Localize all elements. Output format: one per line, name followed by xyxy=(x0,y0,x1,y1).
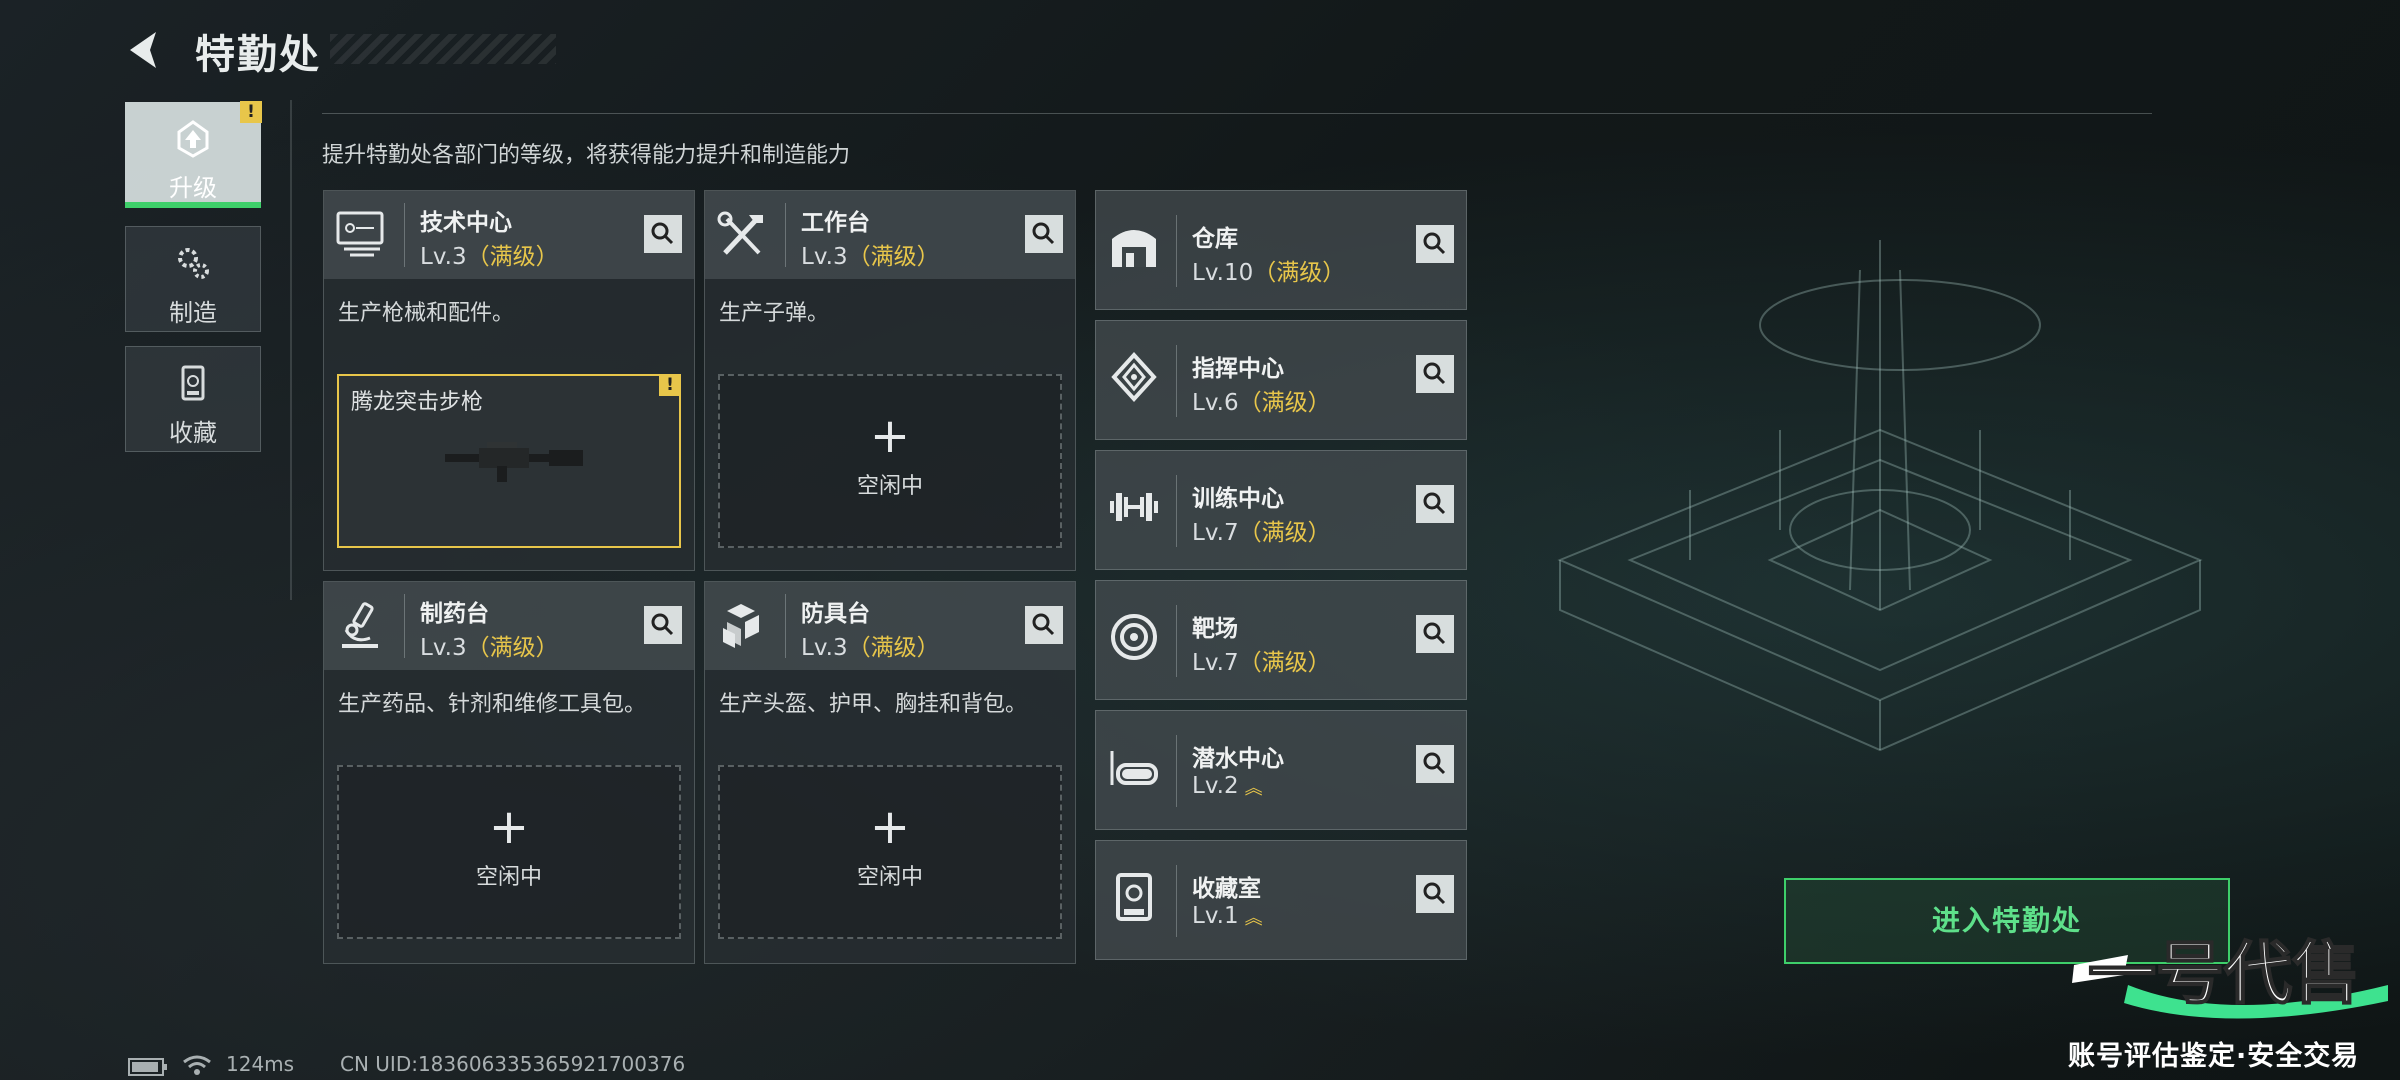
production-slot[interactable]: + 空闲中 xyxy=(718,374,1062,548)
warning-badge: ! xyxy=(659,374,681,396)
warehouse-icon xyxy=(1112,230,1156,267)
production-slot[interactable]: + 空闲中 xyxy=(337,765,681,939)
upgrade-icon xyxy=(177,120,209,158)
search-icon[interactable] xyxy=(1416,745,1454,783)
facility-level: Lv.1 ︽ xyxy=(1192,903,1263,929)
svg-text:一号代售: 一号代售 xyxy=(2088,935,2360,1014)
active-indicator xyxy=(125,202,261,208)
dive-mask-icon xyxy=(1110,751,1158,785)
facility-name: 潜水中心 xyxy=(1192,746,1284,772)
sidebar-item-label: 升级 xyxy=(169,174,217,202)
module-card-pharmacy[interactable]: 制药台 Lv.3（满级） 生产药品、针剂和维修工具包。 + 空闲中 xyxy=(323,581,695,964)
page-title: 特勤处 xyxy=(195,32,321,78)
production-slot[interactable]: + 空闲中 xyxy=(718,765,1062,939)
facility-name: 训练中心 xyxy=(1192,486,1284,512)
module-description: 生产药品、针剂和维修工具包。 xyxy=(338,692,647,717)
facility-level: Lv.7（满级） xyxy=(1192,650,1331,676)
search-icon[interactable] xyxy=(1416,225,1454,263)
facility-name: 指挥中心 xyxy=(1192,356,1284,382)
module-card-tech-center[interactable]: 技术中心 Lv.3（满级） 生产枪械和配件。 腾龙突击步枪 ! xyxy=(323,190,695,571)
module-level: Lv.3（满级） xyxy=(801,244,940,270)
facility-row-warehouse[interactable]: 仓库 Lv.10（满级） xyxy=(1095,190,1467,310)
add-icon: + xyxy=(869,799,911,855)
slot-status: 空闲中 xyxy=(856,865,923,890)
facility-row-command-center[interactable]: 指挥中心 Lv.6（满级） xyxy=(1095,320,1467,440)
chip-icon xyxy=(1111,352,1157,402)
slot-status: 空闲中 xyxy=(475,865,542,890)
add-icon: + xyxy=(869,408,911,464)
armor-icon xyxy=(723,604,759,648)
search-icon[interactable] xyxy=(1416,355,1454,393)
sidebar-item-upgrade[interactable]: 升级 ! xyxy=(125,101,262,208)
facility-row-shooting-range[interactable]: 靶场 Lv.7（满级） xyxy=(1095,580,1467,700)
module-level: Lv.3（满级） xyxy=(801,635,940,661)
module-card-armor-bench[interactable]: 防具台 Lv.3（满级） 生产头盔、护甲、胸挂和背包。 + 空闲中 xyxy=(704,581,1076,964)
module-description: 生产枪械和配件。 xyxy=(338,301,515,326)
module-level: Lv.3（满级） xyxy=(420,635,559,661)
upgrade-available-icon: ︽ xyxy=(1244,907,1263,929)
module-name: 技术中心 xyxy=(420,210,512,236)
facility-row-training-center[interactable]: 训练中心 Lv.7（满级） xyxy=(1095,450,1467,570)
user-uid: CN UID:183606335365921700376 xyxy=(340,1052,686,1076)
search-icon[interactable] xyxy=(1025,606,1063,644)
search-icon[interactable] xyxy=(1416,485,1454,523)
sidebar-item-label: 收藏 xyxy=(169,419,217,447)
module-name: 制药台 xyxy=(420,601,489,627)
search-icon[interactable] xyxy=(1416,615,1454,653)
facility-level: Lv.6（满级） xyxy=(1192,390,1331,416)
weapon-name: 腾龙突击步枪 xyxy=(351,390,484,415)
facility-name: 靶场 xyxy=(1192,616,1238,642)
upgrade-available-icon: ︽ xyxy=(1244,777,1263,799)
sidebar-item-craft[interactable]: 制造 xyxy=(125,226,261,332)
dumbbell-icon xyxy=(1110,493,1158,521)
module-level: Lv.3（满级） xyxy=(420,244,559,270)
sidebar-item-label: 制造 xyxy=(169,299,217,327)
trophy-case-icon xyxy=(1116,873,1152,921)
search-icon[interactable] xyxy=(1025,215,1063,253)
gears-icon xyxy=(178,248,209,279)
search-icon[interactable] xyxy=(644,606,682,644)
wifi-icon xyxy=(183,1055,211,1075)
module-description: 生产头盔、护甲、胸挂和背包。 xyxy=(719,692,1028,717)
collection-icon xyxy=(181,365,205,401)
watermark-text: 账号评估鉴定·安全交易 xyxy=(2068,1041,2360,1072)
battery-icon xyxy=(128,1058,167,1076)
facility-name: 仓库 xyxy=(1192,226,1238,252)
target-icon xyxy=(1111,614,1157,660)
facility-level: Lv.10（满级） xyxy=(1192,260,1346,286)
warning-badge: ! xyxy=(240,101,262,123)
sidebar-item-collection[interactable]: 收藏 xyxy=(125,346,261,452)
facility-row-collection-room[interactable]: 收藏室 Lv.1 ︽ xyxy=(1095,840,1467,960)
title-stripe-decoration xyxy=(330,34,556,64)
facility-row-dive-center[interactable]: 潜水中心 Lv.2 ︽ xyxy=(1095,710,1467,830)
module-name: 防具台 xyxy=(801,601,870,627)
header-divider xyxy=(322,113,2152,114)
rifle-icon xyxy=(445,442,583,482)
microscope-icon xyxy=(342,602,378,648)
facility-name: 收藏室 xyxy=(1192,876,1261,902)
add-icon: + xyxy=(488,799,530,855)
watermark-logo: 一号代售 xyxy=(2072,934,2388,1019)
computer-icon xyxy=(336,211,384,257)
facility-level: Lv.2 ︽ xyxy=(1192,773,1263,799)
facility-level: Lv.7（满级） xyxy=(1192,520,1331,546)
module-card-workbench[interactable]: 工作台 Lv.3（满级） 生产子弹。 + 空闲中 xyxy=(704,190,1076,571)
page-subtitle: 提升特勤处各部门的等级，将获得能力提升和制造能力 xyxy=(322,143,851,168)
sidebar-divider xyxy=(290,100,292,600)
search-icon[interactable] xyxy=(644,215,682,253)
tools-icon xyxy=(717,211,763,255)
ping-value: 124ms xyxy=(226,1052,295,1076)
module-name: 工作台 xyxy=(801,210,870,236)
production-slot[interactable]: 腾龙突击步枪 ! xyxy=(337,374,681,548)
building-wireframe-illustration xyxy=(1557,240,2203,752)
slot-status: 空闲中 xyxy=(856,474,923,499)
search-icon[interactable] xyxy=(1416,875,1454,913)
back-arrow-icon[interactable] xyxy=(120,26,168,74)
module-description: 生产子弹。 xyxy=(719,301,830,326)
